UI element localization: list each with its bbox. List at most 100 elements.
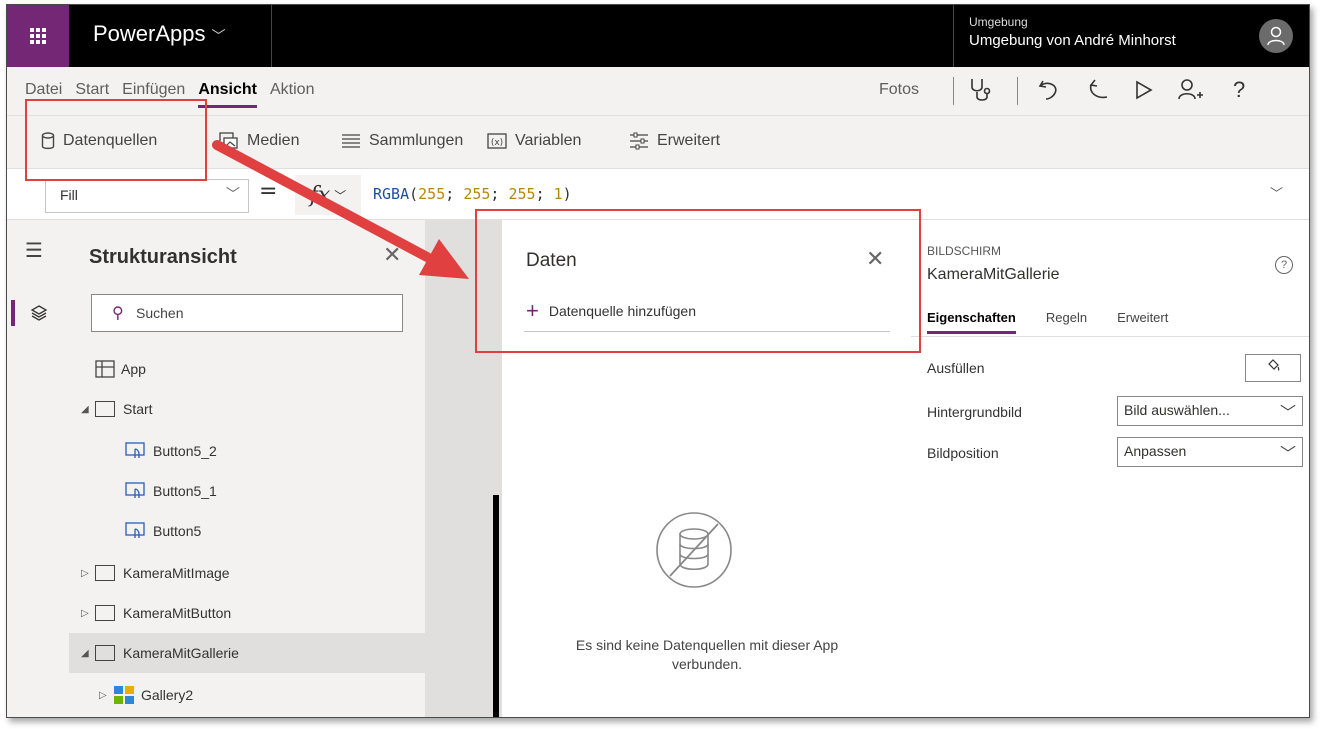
tree-node-button[interactable]: Button5_2: [69, 431, 481, 471]
fx-button[interactable]: fx ﹀: [295, 175, 361, 215]
divider: [271, 5, 272, 67]
app-title: Fotos: [879, 81, 920, 98]
layers-icon[interactable]: [21, 298, 57, 328]
database-icon: [41, 132, 55, 150]
settings-sliders-icon: [630, 132, 648, 150]
tree-node-button[interactable]: Button5: [69, 511, 481, 551]
expand-triangle-icon[interactable]: ▷: [81, 568, 95, 579]
screen-icon: [95, 401, 115, 417]
list-icon: [342, 134, 360, 148]
data-panel-title: Daten: [526, 250, 577, 271]
avatar[interactable]: [1259, 19, 1293, 53]
formula-bar: Fill ﹀ = fx ﹀ RGBA(255; 255; 255; 1) ﹀: [7, 169, 1309, 220]
undo-icon[interactable]: [1037, 77, 1061, 109]
button-icon: [125, 522, 145, 538]
collapse-triangle-icon[interactable]: ◢: [81, 648, 95, 659]
tree-node-screen[interactable]: ▷ KameraMitButton: [69, 593, 437, 633]
share-user-icon[interactable]: [1177, 77, 1203, 109]
tab-ansicht[interactable]: Ansicht: [198, 81, 257, 108]
empty-state-text: Es sind keine Datenquellen mit dieser Ap…: [575, 637, 839, 672]
tab-eigenschaften[interactable]: Eigenschaften: [927, 310, 1016, 334]
tree-node-button[interactable]: Button5_1: [69, 471, 481, 511]
property-dropdown[interactable]: Fill ﹀: [45, 179, 249, 213]
app-launcher-button[interactable]: [7, 5, 69, 67]
button-icon: [125, 482, 145, 498]
search-icon: ⚲: [112, 305, 124, 322]
redo-icon[interactable]: [1087, 77, 1111, 109]
chevron-down-icon: ﹀: [1279, 405, 1296, 422]
close-icon[interactable]: ✕: [866, 246, 884, 272]
button-icon: [125, 442, 145, 458]
expand-triangle-icon[interactable]: ▷: [99, 690, 113, 701]
tab-regeln[interactable]: Regeln: [1046, 310, 1087, 334]
gallery-icon: [114, 686, 134, 704]
datenquellen-button[interactable]: Datenquellen: [41, 132, 157, 150]
medien-button[interactable]: Medien: [219, 132, 299, 150]
divider: [1017, 77, 1018, 105]
variablen-button[interactable]: (x) Variablen: [487, 132, 581, 150]
screen-icon: [95, 565, 115, 581]
expand-triangle-icon[interactable]: ▷: [81, 608, 95, 619]
plus-icon: +: [526, 298, 539, 323]
media-icon: [219, 132, 238, 149]
expand-formula-icon[interactable]: ﹀: [1270, 177, 1283, 211]
environment-picker[interactable]: Umgebung Umgebung von André Minhorst: [969, 15, 1176, 49]
tree-search-input[interactable]: ⚲ Suchen: [91, 294, 403, 332]
properties-panel: BILDSCHIRM KameraMitGallerie ? Eigenscha…: [911, 220, 1309, 717]
tree-node-screen[interactable]: ◢ Start: [69, 389, 437, 429]
canvas-area[interactable]: [426, 220, 501, 717]
tree-node-gallery[interactable]: ▷ Gallery2: [69, 675, 455, 715]
divider: [953, 5, 954, 67]
environment-label: Umgebung: [969, 15, 1028, 29]
sammlungen-button[interactable]: Sammlungen: [341, 132, 463, 150]
background-image-label: Hintergrundbild: [927, 404, 1022, 420]
equals-sign: =: [259, 179, 278, 204]
divider: [524, 331, 890, 332]
screen-icon: [95, 605, 115, 621]
collapse-triangle-icon[interactable]: ◢: [81, 404, 95, 415]
ribbon: Datenquellen Medien Sammlungen (x) Varia…: [7, 116, 1309, 169]
divider: [911, 336, 1309, 337]
variable-icon: (x): [487, 133, 507, 149]
add-datasource-button[interactable]: + Datenquelle hinzufügen: [526, 298, 696, 324]
tree-node-app[interactable]: App: [69, 349, 451, 389]
function-icon: fx: [309, 182, 331, 208]
environment-value: Umgebung von André Minhorst: [969, 32, 1176, 49]
control-kind: BILDSCHIRM: [927, 244, 1002, 258]
tree-node-screen[interactable]: ▷ KameraMitImage: [69, 553, 437, 593]
control-name: KameraMitGallerie: [927, 266, 1060, 283]
tree-view-pane: Strukturansicht ✕ ⚲ Suchen App ◢ Start B…: [69, 220, 437, 717]
tree-view-title: Strukturansicht: [89, 246, 237, 268]
chevron-down-icon: ﹀: [211, 28, 226, 44]
tab-start[interactable]: Start: [75, 81, 109, 108]
image-position-label: Bildposition: [927, 445, 999, 461]
chevron-down-icon: ﹀: [1279, 446, 1296, 463]
tab-einfuegen[interactable]: Einfügen: [122, 81, 185, 108]
tab-erweitert[interactable]: Erweitert: [1117, 310, 1168, 334]
fill-color-button[interactable]: [1245, 354, 1301, 382]
background-image-dropdown[interactable]: Bild auswählen... ﹀: [1117, 396, 1303, 426]
stethoscope-icon[interactable]: [969, 77, 993, 109]
chevron-down-icon: ﹀: [334, 188, 347, 203]
tree-node-screen-selected[interactable]: ◢ KameraMitGallerie: [69, 633, 437, 673]
divider: [953, 77, 954, 105]
paint-bucket-icon: [1268, 359, 1280, 371]
close-icon[interactable]: ✕: [383, 242, 401, 268]
help-icon[interactable]: ?: [1233, 77, 1245, 103]
fill-label: Ausfüllen: [927, 360, 985, 376]
image-position-dropdown[interactable]: Anpassen ﹀: [1117, 437, 1303, 467]
preview-play-icon[interactable]: [1133, 77, 1155, 109]
canvas-edge: [493, 495, 499, 717]
user-icon: [1267, 26, 1285, 46]
waffle-icon: [30, 28, 46, 44]
hamburger-icon[interactable]: ☰: [25, 238, 43, 262]
left-rail: ☰: [7, 220, 70, 717]
erweitert-button[interactable]: Erweitert: [629, 132, 720, 150]
help-icon[interactable]: ?: [1275, 256, 1293, 274]
app-name[interactable]: PowerApps ﹀: [93, 21, 226, 47]
tab-aktion[interactable]: Aktion: [270, 81, 314, 108]
screen-icon: [95, 645, 115, 661]
active-indicator: [11, 300, 15, 326]
tab-datei[interactable]: Datei: [25, 81, 62, 108]
formula-input[interactable]: RGBA(255; 255; 255; 1) ﹀: [373, 177, 1289, 211]
